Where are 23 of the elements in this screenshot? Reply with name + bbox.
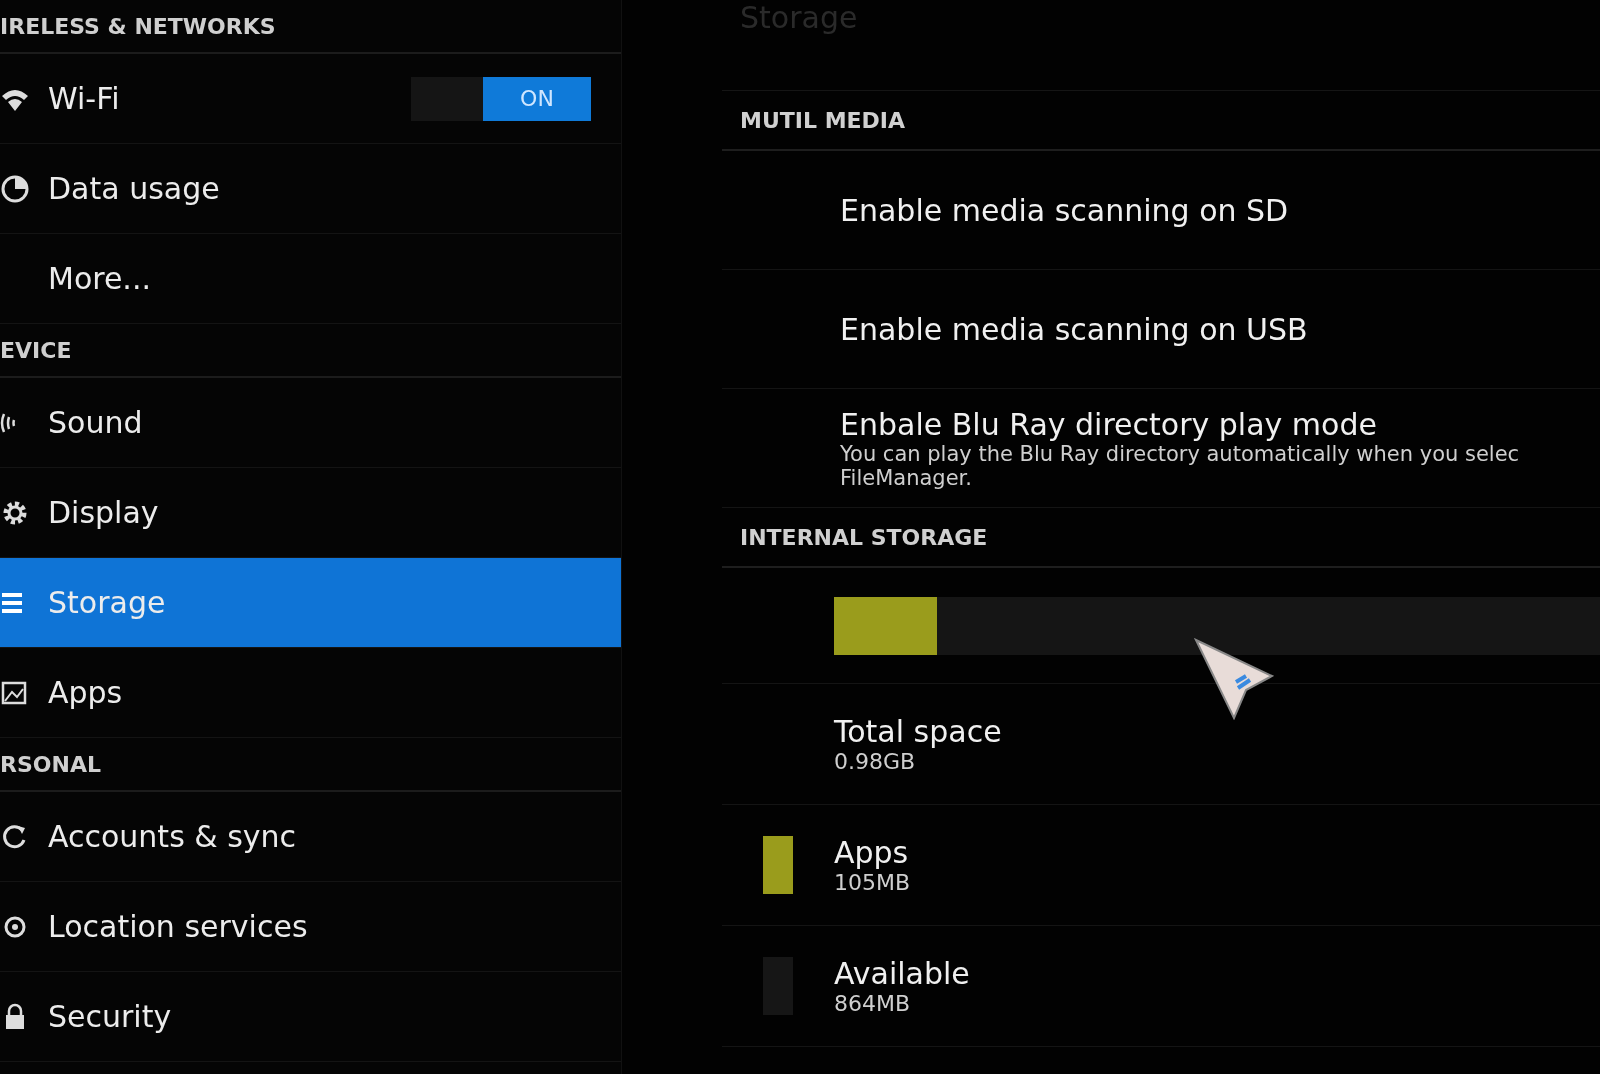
sidebar-item[interactable]: Wi-Fi ON: [0, 54, 621, 144]
sidebar-item[interactable]: Security: [0, 972, 621, 1062]
preference-item[interactable]: Enable media scanning on USB: [722, 270, 1600, 389]
section-header: IRELESS & NETWORKS: [0, 0, 621, 54]
storage-item: Available 864MB: [722, 926, 1600, 1047]
section-header: MUTIL MEDIA: [722, 91, 1600, 151]
sidebar-item[interactable]: Location services: [0, 882, 621, 972]
speaker-icon: [0, 411, 17, 434]
pointer-icon: [1194, 638, 1274, 720]
sidebar-item[interactable]: Accounts & sync: [0, 792, 621, 882]
section-header: EVICE: [0, 324, 621, 378]
section-header: RSONAL: [0, 738, 621, 792]
pie-chart-icon: [0, 173, 30, 204]
sidebar-item[interactable]: More...: [0, 234, 621, 324]
sidebar-item[interactable]: Sound: [0, 378, 621, 468]
sidebar-item[interactable]: Apps: [0, 648, 621, 738]
preference-item[interactable]: Enable media scanning on SD: [722, 151, 1600, 270]
storage-item: Apps 105MB: [722, 805, 1600, 926]
sidebar-item[interactable]: Data usage: [0, 144, 621, 234]
storage-item: Total space 0.98GB: [722, 684, 1600, 805]
preference-item[interactable]: Enbale Blu Ray directory play mode You can play the Blu Ray directory automatically when you selec FileManager.: [722, 389, 1600, 508]
sidebar-item[interactable]: Storage: [0, 558, 621, 648]
section-header: INTERNAL STORAGE: [722, 508, 1600, 568]
